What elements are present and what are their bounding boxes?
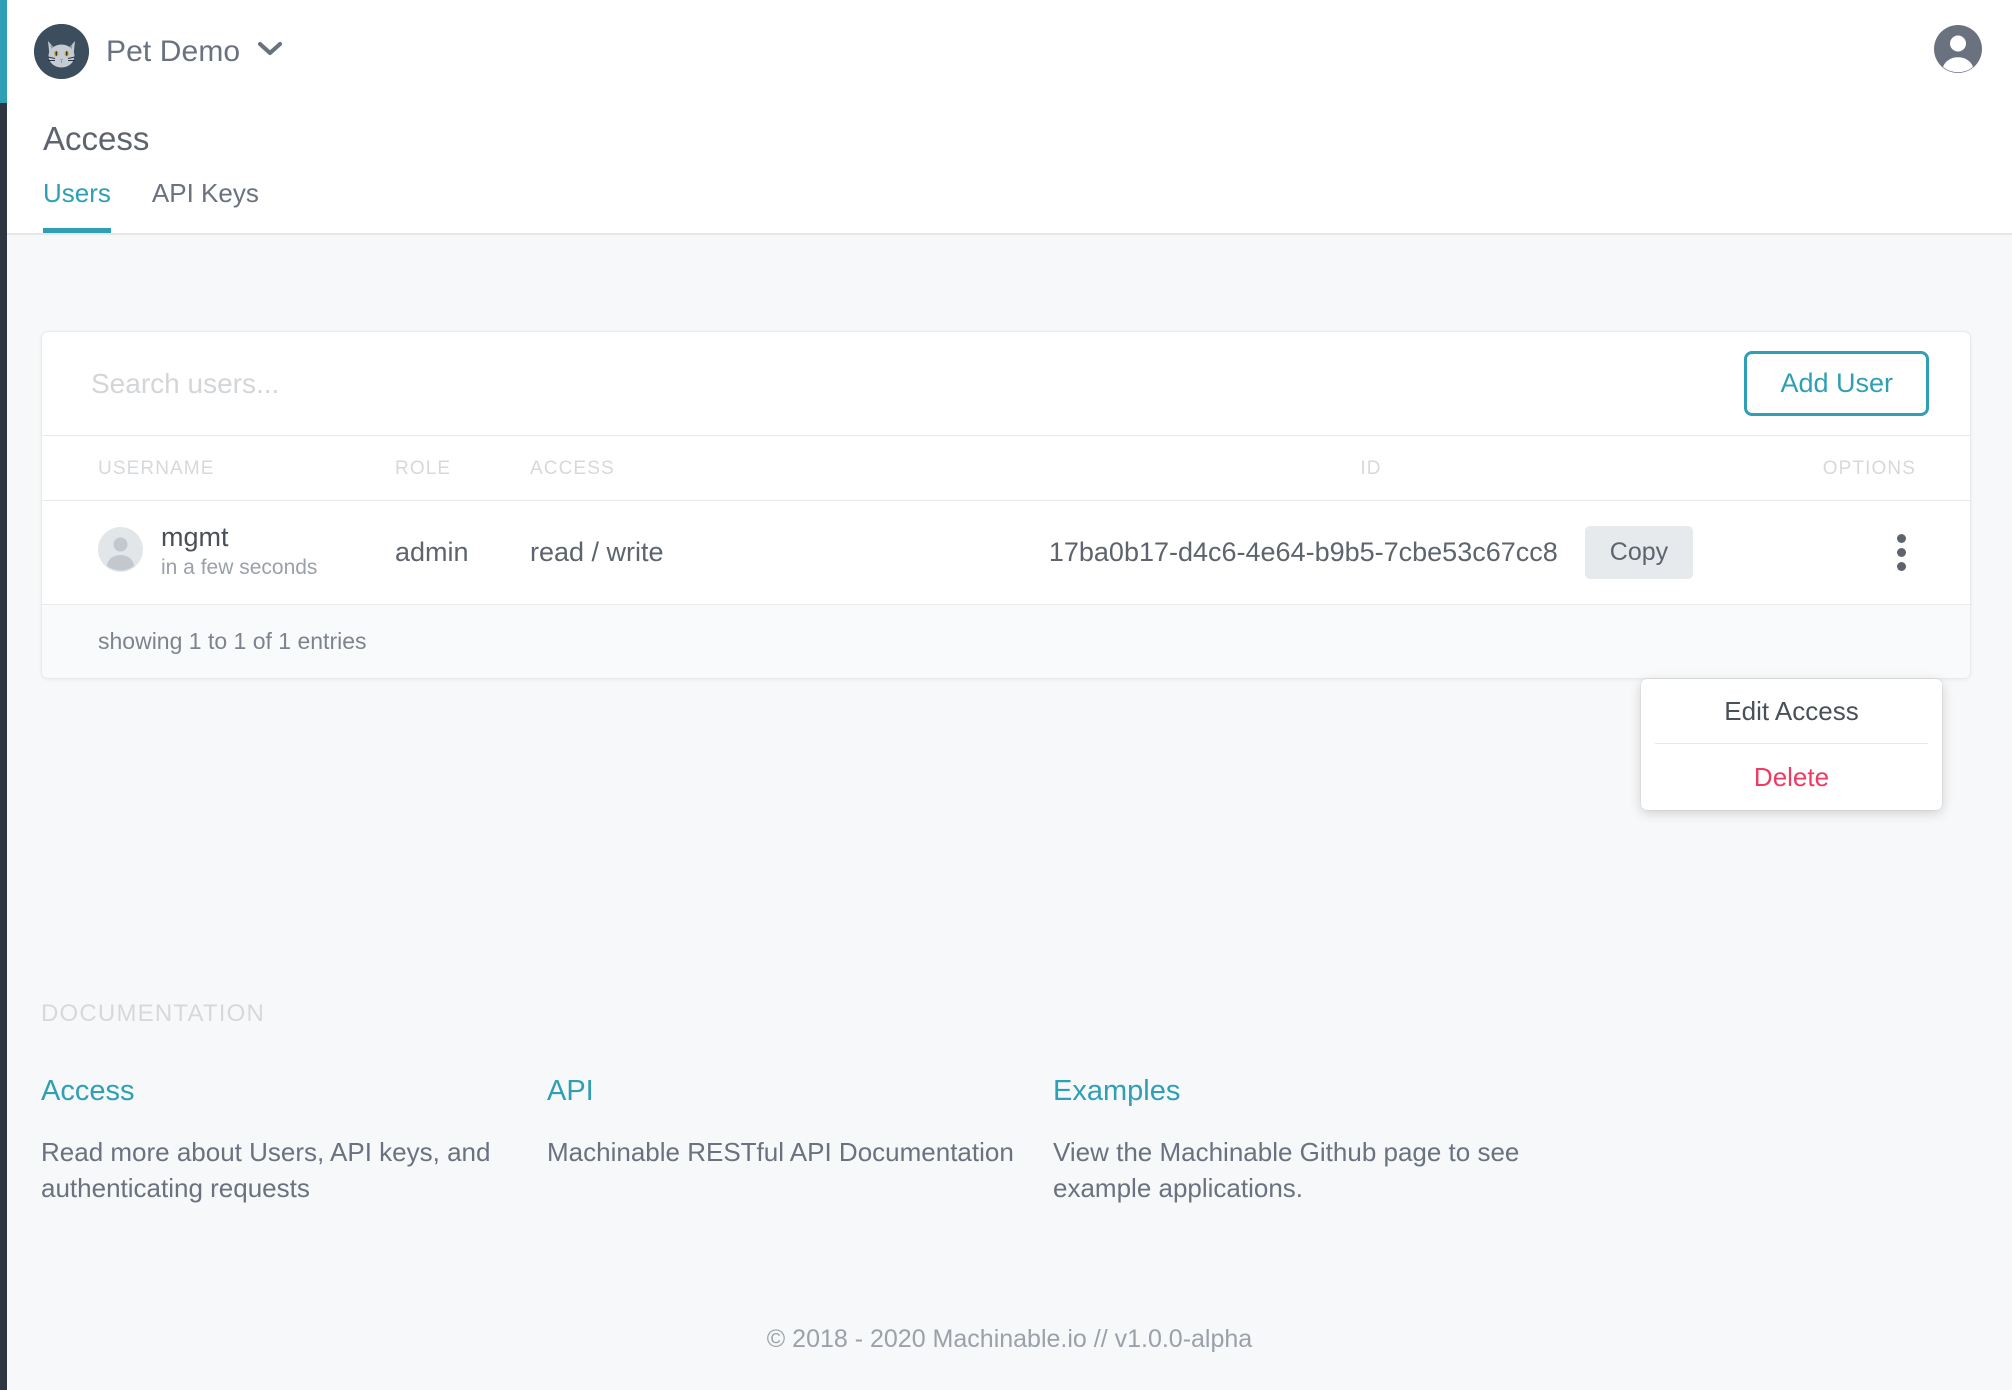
column-header-role: ROLE bbox=[395, 436, 530, 501]
user-role: admin bbox=[395, 537, 469, 567]
kebab-menu-icon[interactable] bbox=[1891, 528, 1912, 577]
user-access: read / write bbox=[530, 537, 664, 567]
row-options-dropdown: Edit Access Delete bbox=[1641, 679, 1942, 810]
menu-item-edit-access[interactable]: Edit Access bbox=[1641, 679, 1942, 743]
tab-api-keys-label: API Keys bbox=[151, 178, 259, 208]
options-group bbox=[1716, 528, 1972, 577]
user-text-block: mgmt in a few seconds bbox=[161, 522, 317, 583]
page-footer: © 2018 - 2020 Machinable.io // v1.0.0-al… bbox=[766, 1325, 1253, 1353]
project-name: Pet Demo bbox=[106, 34, 241, 68]
copy-id-button[interactable]: Copy bbox=[1584, 526, 1694, 579]
table-footer: showing 1 to 1 of 1 entries bbox=[42, 605, 1970, 678]
cell-username: mgmt in a few seconds bbox=[42, 500, 395, 605]
cat-avatar-icon bbox=[34, 24, 89, 79]
card-toolbar: Add User bbox=[42, 332, 1970, 436]
add-user-button[interactable]: Add User bbox=[1744, 351, 1929, 416]
doc-description-api: Machinable RESTful API Documentation bbox=[547, 1137, 1014, 1167]
menu-item-delete[interactable]: Delete bbox=[1641, 744, 1942, 810]
doc-description-examples: View the Machinable Github page to see e… bbox=[1053, 1137, 1520, 1203]
chevron-down-icon[interactable] bbox=[257, 41, 283, 62]
user-identity: mgmt in a few seconds bbox=[42, 522, 395, 583]
documentation-columns: Access Read more about Users, API keys, … bbox=[41, 1075, 1971, 1207]
cell-id: 17ba0b17-d4c6-4e64-b9b5-7cbe53c67cc8 Cop… bbox=[1026, 500, 1716, 605]
documentation-section: DOCUMENTATION Access Read more about Use… bbox=[41, 1000, 1971, 1207]
doc-card-api: API Machinable RESTful API Documentation bbox=[547, 1075, 1053, 1207]
column-header-access: ACCESS bbox=[530, 436, 1026, 501]
cell-options bbox=[1716, 500, 1972, 605]
app-root: Pet Demo Access Users API Keys Search us… bbox=[0, 0, 2012, 1390]
users-table: USERNAME ROLE ACCESS ID OPTIONS mgmt in … bbox=[42, 436, 1972, 605]
page-header: Access Users API Keys bbox=[7, 103, 2012, 235]
doc-card-access: Access Read more about Users, API keys, … bbox=[41, 1075, 547, 1207]
page-title: Access bbox=[43, 120, 150, 157]
search-input[interactable] bbox=[91, 353, 991, 414]
user-avatar-icon bbox=[98, 527, 143, 577]
kebab-dot-2 bbox=[1897, 548, 1906, 557]
left-rail-accent-bottom bbox=[0, 103, 7, 1390]
cell-access: read / write bbox=[530, 500, 1026, 605]
column-header-options: OPTIONS bbox=[1716, 436, 1972, 501]
doc-link-examples[interactable]: Examples bbox=[1053, 1075, 1180, 1108]
user-id: 17ba0b17-d4c6-4e64-b9b5-7cbe53c67cc8 bbox=[1048, 537, 1558, 567]
users-card: Add User USERNAME ROLE ACCESS ID OPTIONS bbox=[41, 331, 1972, 679]
user-created-at: in a few seconds bbox=[161, 555, 318, 579]
top-bar: Pet Demo bbox=[7, 0, 2012, 103]
tab-api-keys[interactable]: API Keys bbox=[152, 178, 259, 233]
cell-role: admin bbox=[395, 500, 530, 605]
doc-link-api[interactable]: API bbox=[547, 1075, 594, 1108]
table-header-row: USERNAME ROLE ACCESS ID OPTIONS bbox=[42, 436, 1972, 501]
entries-summary: showing 1 to 1 of 1 entries bbox=[98, 628, 367, 654]
user-name: mgmt bbox=[161, 521, 229, 552]
account-circle-icon[interactable] bbox=[1932, 23, 1984, 80]
documentation-label: DOCUMENTATION bbox=[41, 1000, 266, 1027]
table-row: mgmt in a few seconds admin read / write bbox=[42, 500, 1972, 605]
column-header-id: ID bbox=[1026, 436, 1716, 501]
doc-link-access[interactable]: Access bbox=[41, 1075, 134, 1108]
doc-card-examples: Examples View the Machinable Github page… bbox=[1053, 1075, 1573, 1207]
id-group: 17ba0b17-d4c6-4e64-b9b5-7cbe53c67cc8 Cop… bbox=[1026, 526, 1716, 579]
doc-description-access: Read more about Users, API keys, and aut… bbox=[41, 1137, 491, 1203]
project-switcher[interactable]: Pet Demo bbox=[34, 24, 283, 79]
kebab-dot-1 bbox=[1897, 534, 1906, 543]
tab-bar: Users API Keys bbox=[43, 178, 259, 233]
left-rail-accent-top bbox=[0, 0, 7, 103]
tab-users-label: Users bbox=[43, 178, 111, 208]
tab-users[interactable]: Users bbox=[43, 178, 111, 233]
users-table-head: USERNAME ROLE ACCESS ID OPTIONS bbox=[42, 436, 1972, 501]
users-table-body: mgmt in a few seconds admin read / write bbox=[42, 500, 1972, 605]
kebab-dot-3 bbox=[1897, 562, 1906, 571]
column-header-username: USERNAME bbox=[42, 436, 395, 501]
